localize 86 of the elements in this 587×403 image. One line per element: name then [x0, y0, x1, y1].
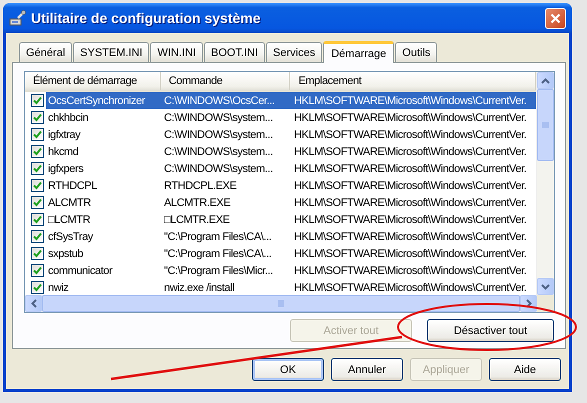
tab[interactable]: Services: [266, 42, 322, 62]
command-text: C:\WINDOWS\system...: [163, 112, 274, 124]
close-button[interactable]: [545, 8, 566, 28]
command-text: RTHDCPL.EXE: [163, 180, 238, 192]
item-name: chkhbcin: [47, 112, 90, 124]
registry-path: HKLM\SOFTWARE\Microsoft\Windows\CurrentVer.: [293, 128, 528, 140]
command-text: "C:\Program Files\CA\...: [163, 248, 272, 260]
command-text: "C:\Program Files\Micr...: [163, 264, 274, 276]
command-text: C:\WINDOWS\OcsCer...: [163, 94, 276, 106]
scroll-left-button[interactable]: [25, 295, 42, 312]
checkbox[interactable]: [31, 196, 44, 209]
list-row[interactable]: ALCMTR ALCMTR.EXE HKLM\SOFTWARE\Microsoft\Windows\CurrentVer.: [46, 194, 536, 211]
command-text: C:\WINDOWS\system...: [163, 146, 274, 158]
list-row[interactable]: igfxtray C:\WINDOWS\system... HKLM\SOFTWARE\Microsoft\Windows\CurrentVer.: [46, 126, 536, 143]
item-name: igfxpers: [47, 162, 84, 174]
chevron-down-icon: [541, 284, 550, 290]
item-name: igfxtray: [47, 128, 82, 140]
column-header[interactable]: Commande: [160, 72, 290, 90]
checkbox[interactable]: [31, 94, 44, 107]
dialog-button[interactable]: Annuler: [331, 358, 403, 381]
list-row[interactable]: chkhbcin C:\WINDOWS\system... HKLM\SOFTWARE\Microsoft\Windows\CurrentVer.: [46, 109, 536, 126]
disable-all-button[interactable]: Désactiver tout: [427, 319, 554, 342]
list-row[interactable]: communicator "C:\Program Files\Micr... HKLM\SOFTWARE\Microsoft\Windows\CurrentVer.: [46, 262, 536, 279]
list-row[interactable]: RTHDCPL RTHDCPL.EXE HKLM\SOFTWARE\Microsoft\Windows\CurrentVer.: [46, 177, 536, 194]
item-name: OcsCertSynchronizer: [47, 94, 146, 106]
checkbox[interactable]: [31, 264, 44, 277]
item-name: RTHDCPL: [47, 180, 98, 192]
tab[interactable]: Outils: [395, 42, 438, 62]
item-name: sxpstub: [47, 248, 84, 260]
registry-path: HKLM\SOFTWARE\Microsoft\Windows\CurrentVer.: [293, 112, 528, 124]
tab[interactable]: BOOT.INI: [204, 42, 266, 62]
vertical-scrollbar[interactable]: [536, 72, 554, 295]
registry-path: HKLM\SOFTWARE\Microsoft\Windows\CurrentVer.: [293, 146, 528, 158]
item-name: ALCMTR: [47, 196, 92, 208]
command-text: ALCMTR.EXE: [163, 196, 232, 208]
list-row[interactable]: sxpstub "C:\Program Files\CA\... HKLM\SOFTWARE\Microsoft\Windows\CurrentVer.: [46, 245, 536, 262]
command-text: □LCMTR.EXE: [163, 214, 231, 226]
checkbox[interactable]: [31, 213, 44, 226]
list-row[interactable]: OcsCertSynchronizer C:\WINDOWS\OcsCer... HKLM\SOFTWARE\Microsoft\Windows\CurrentVer.: [46, 92, 536, 109]
registry-path: HKLM\SOFTWARE\Microsoft\Windows\CurrentVer.: [293, 264, 528, 276]
list-row[interactable]: nwiz nwiz.exe /install HKLM\SOFTWARE\Microsoft\Windows\CurrentVer.: [46, 279, 536, 295]
list-row[interactable]: hkcmd C:\WINDOWS\system... HKLM\SOFTWARE\Microsoft\Windows\CurrentVer.: [46, 143, 536, 160]
dialog-button[interactable]: Aide: [489, 358, 561, 381]
command-text: C:\WINDOWS\system...: [163, 162, 274, 174]
tab[interactable]: Général: [19, 42, 72, 62]
item-name: communicator: [47, 264, 114, 276]
computer-icon: [9, 10, 26, 26]
list-row[interactable]: cfSysTray "C:\Program Files\CA\... HKLM\SOFTWARE\Microsoft\Windows\CurrentVer.: [46, 228, 536, 245]
checkbox[interactable]: [31, 162, 44, 175]
item-name: nwiz: [47, 282, 70, 294]
dialog-button[interactable]: OK: [252, 358, 324, 381]
tab[interactable]: Démarrage: [323, 41, 394, 63]
command-text: nwiz.exe /install: [163, 282, 236, 294]
column-header[interactable]: Élément de démarrage: [25, 72, 161, 90]
registry-path: HKLM\SOFTWARE\Microsoft\Windows\CurrentVer.: [293, 230, 528, 242]
tab[interactable]: SYSTEM.INI: [73, 42, 150, 62]
close-icon: [550, 12, 561, 24]
item-name: hkcmd: [47, 146, 80, 158]
chevron-up-icon: [541, 78, 550, 84]
chevron-right-icon: [526, 299, 532, 308]
checkbox[interactable]: [31, 111, 44, 124]
checkbox[interactable]: [31, 179, 44, 192]
registry-path: HKLM\SOFTWARE\Microsoft\Windows\CurrentVer.: [293, 282, 528, 294]
chevron-left-icon: [30, 299, 36, 308]
list-row[interactable]: □LCMTR □LCMTR.EXE HKLM\SOFTWARE\Microsoft\Windows\CurrentVer.: [46, 211, 536, 228]
checkbox[interactable]: [31, 281, 44, 294]
checkbox[interactable]: [31, 230, 44, 243]
list-row[interactable]: igfxpers C:\WINDOWS\system... HKLM\SOFTWARE\Microsoft\Windows\CurrentVer.: [46, 160, 536, 177]
registry-path: HKLM\SOFTWARE\Microsoft\Windows\CurrentVer.: [293, 214, 528, 226]
item-name: □LCMTR: [47, 214, 92, 226]
scroll-down-button[interactable]: [537, 278, 554, 295]
command-text: "C:\Program Files\CA\...: [163, 230, 272, 242]
registry-path: HKLM\SOFTWARE\Microsoft\Windows\CurrentVer.: [293, 180, 528, 192]
registry-path: HKLM\SOFTWARE\Microsoft\Windows\CurrentVer.: [293, 196, 528, 208]
window-title: Utilitaire de configuration système: [31, 10, 262, 26]
registry-path: HKLM\SOFTWARE\Microsoft\Windows\CurrentVer.: [293, 162, 528, 174]
scroll-up-button[interactable]: [537, 72, 554, 89]
scroll-thumb[interactable]: [537, 89, 554, 161]
checkbox[interactable]: [31, 247, 44, 260]
checkbox[interactable]: [31, 128, 44, 141]
registry-path: HKLM\SOFTWARE\Microsoft\Windows\CurrentVer.: [293, 94, 528, 106]
checkbox[interactable]: [31, 145, 44, 158]
tab[interactable]: WIN.INI: [150, 42, 203, 62]
registry-path: HKLM\SOFTWARE\Microsoft\Windows\CurrentVer.: [293, 248, 528, 260]
command-text: C:\WINDOWS\system...: [163, 128, 274, 140]
item-name: cfSysTray: [47, 230, 94, 242]
